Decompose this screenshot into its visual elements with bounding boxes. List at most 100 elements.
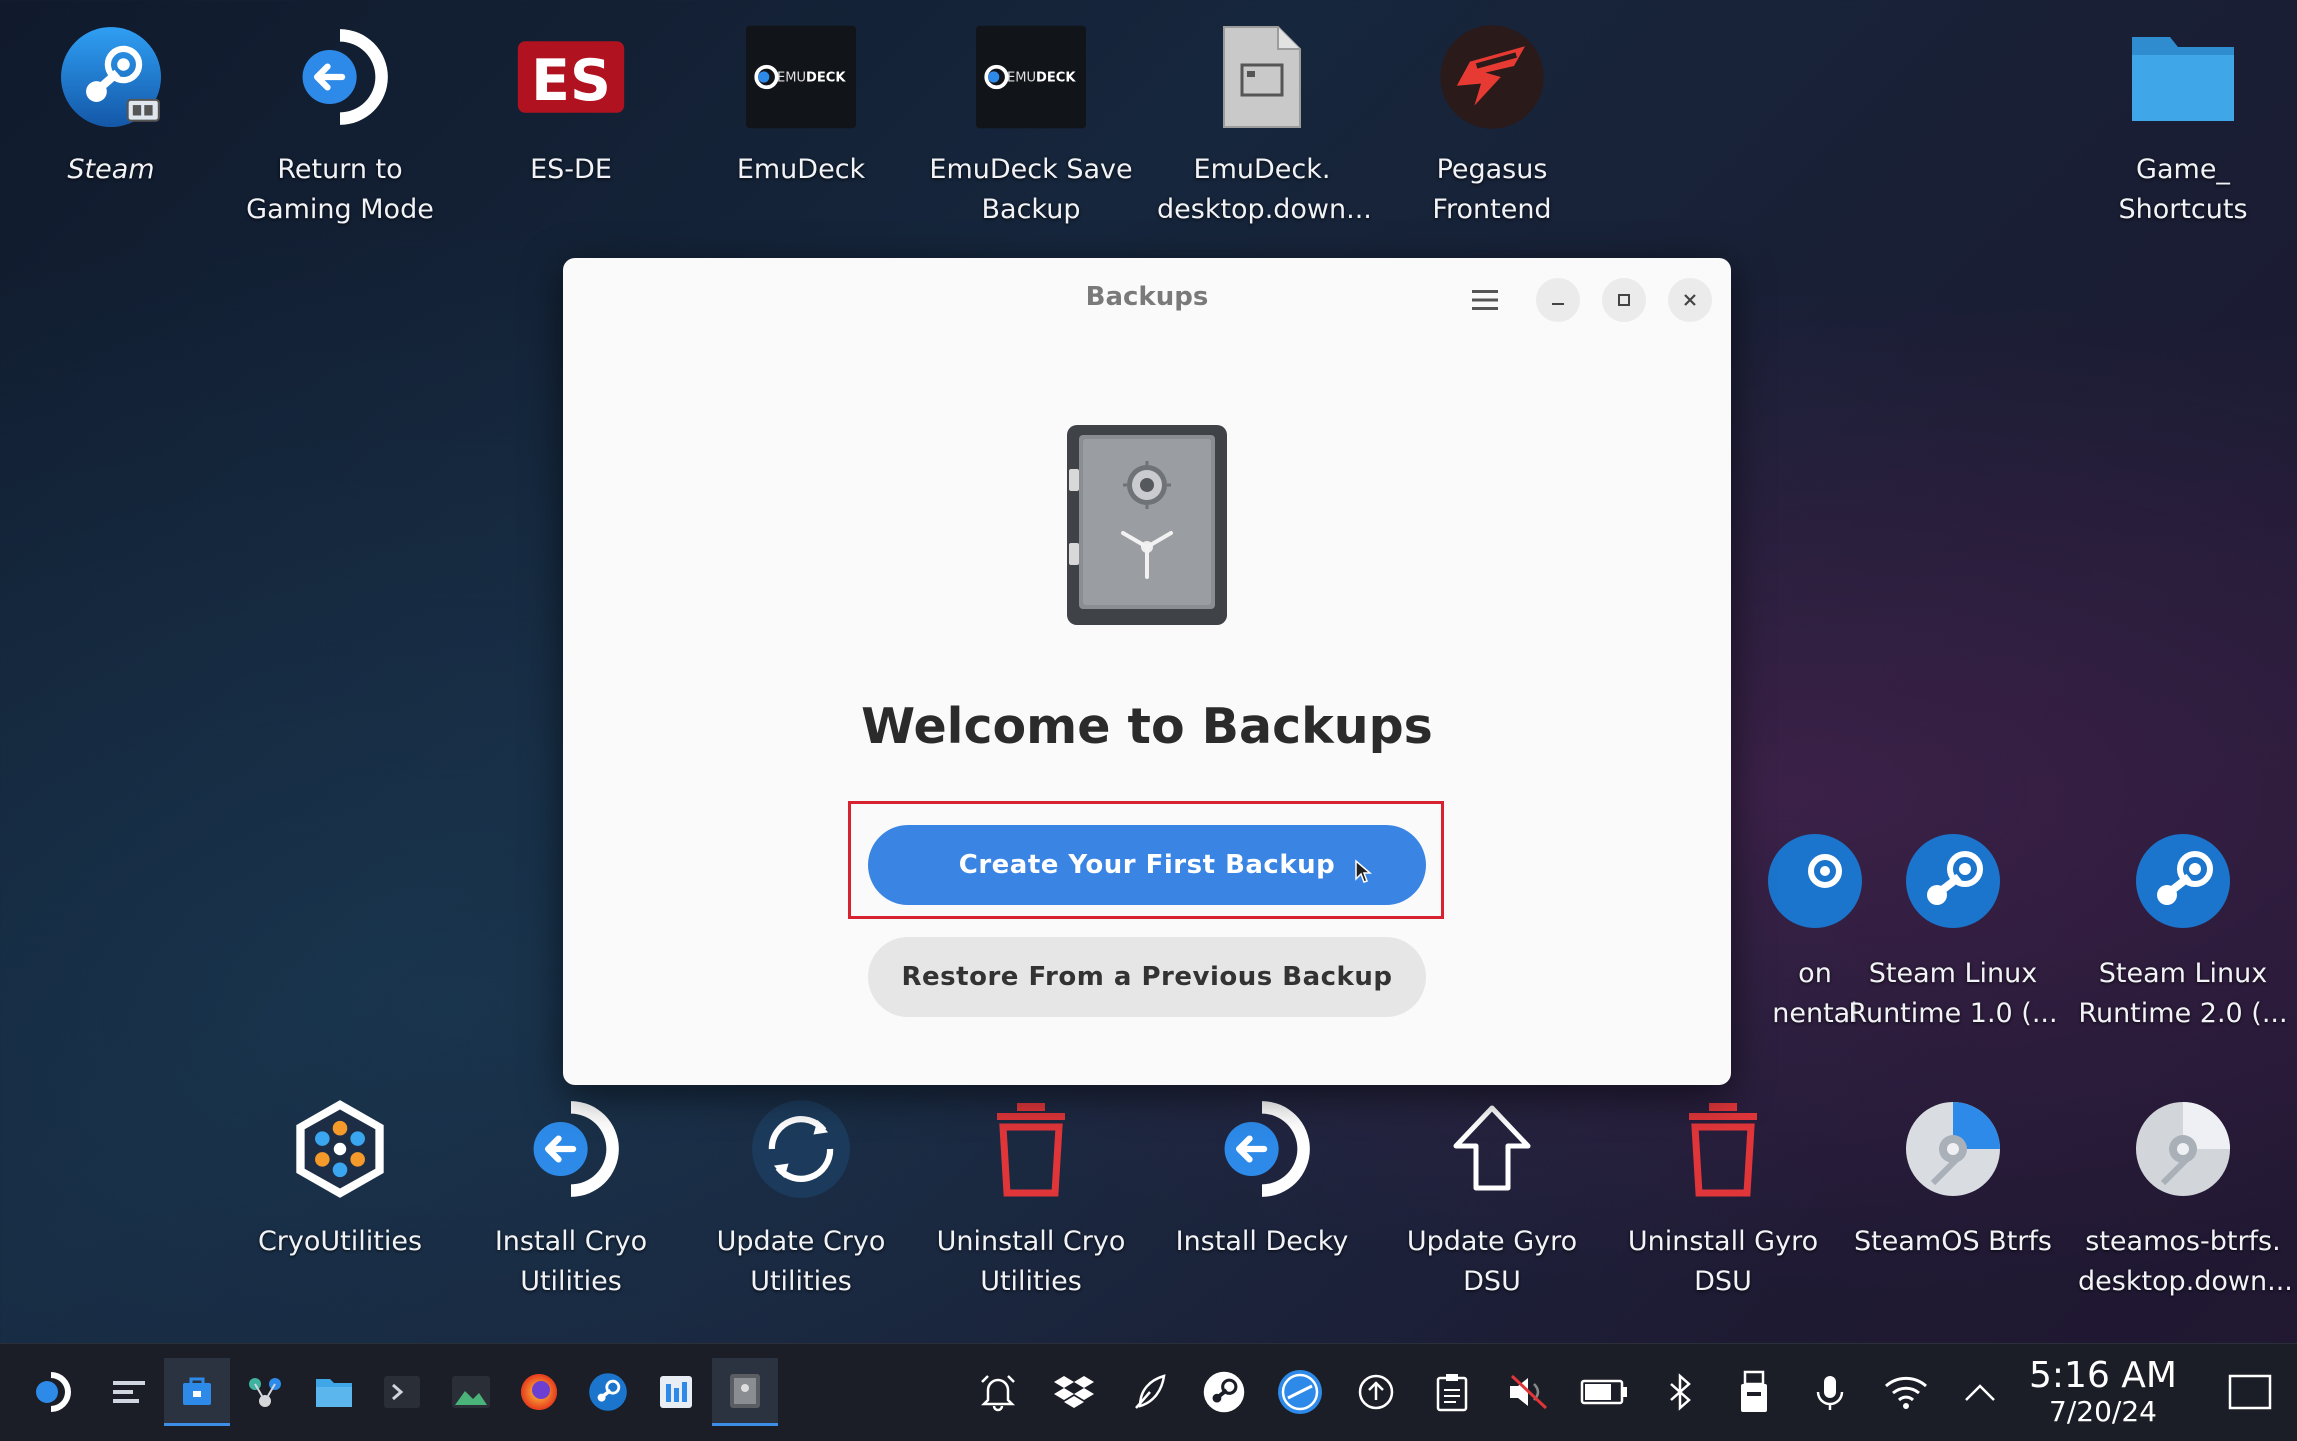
desktop-icon-label: SteamOS Btrfs — [1854, 1226, 2052, 1257]
discover-store-icon[interactable] — [164, 1358, 230, 1426]
backups-dialog: Backups Welcome to Backups Create Your F… — [563, 258, 1731, 1085]
usb-drive-icon[interactable] — [1724, 1362, 1784, 1422]
desktop-icon-emudeck[interactable]: EMUDECK EmuDeck — [696, 22, 906, 190]
clipboard-icon[interactable] — [1422, 1362, 1482, 1422]
desktop-icon-label: Return to Gaming Mode — [246, 154, 434, 225]
desktop-icon-label: Install Cryo Utilities — [494, 1226, 648, 1297]
safe-icon — [1065, 423, 1229, 627]
maximize-icon — [1618, 294, 1630, 306]
battery-icon[interactable] — [1574, 1362, 1634, 1422]
taskbar: 5:16 AM 7/20/24 — [0, 1343, 2297, 1441]
close-icon — [1684, 294, 1696, 306]
emudeck-icon: EMUDECK — [746, 22, 856, 132]
update-tray-icon[interactable] — [1270, 1362, 1330, 1422]
feather-icon[interactable] — [1120, 1362, 1180, 1422]
desktop-icon-es-de[interactable]: ES ES-DE — [466, 22, 676, 190]
desktop-icon-emudeck-save-backup[interactable]: EMUDECK EmuDeck Save Backup — [926, 22, 1136, 230]
task-manager-icon[interactable] — [96, 1358, 162, 1426]
clock-date: 7/20/24 — [2049, 1395, 2157, 1428]
desktop-icon-cryoutilities[interactable]: CryoUtilities — [235, 1094, 445, 1262]
desktop-icon-label: EmuDeck Save Backup — [929, 154, 1133, 225]
trash-icon — [1668, 1094, 1778, 1204]
cryo-icon — [285, 1094, 395, 1204]
desktop-icon-return-gaming-mode[interactable]: Return to Gaming Mode — [235, 22, 445, 230]
desktop-icon-game-shortcuts[interactable]: Game_ Shortcuts — [2078, 22, 2288, 230]
pegasus-icon — [1437, 22, 1547, 132]
refresh-icon — [746, 1094, 856, 1204]
trash-icon — [976, 1094, 1086, 1204]
close-button[interactable] — [1668, 278, 1712, 322]
desktop-icon-label: ES-DE — [530, 154, 612, 185]
desktop-icon-install-decky[interactable]: Install Decky — [1157, 1094, 1367, 1262]
desktop-icon-uninstall-gyro-dsu[interactable]: Uninstall Gyro DSU — [1618, 1094, 1828, 1302]
steam-icon — [1898, 826, 2008, 936]
es-de-icon: ES — [516, 22, 626, 132]
upload-icon[interactable] — [1346, 1362, 1406, 1422]
disc-icon — [1898, 1094, 2008, 1204]
minimize-button[interactable] — [1536, 278, 1580, 322]
desktop-icon-steam[interactable]: Steam — [6, 22, 216, 190]
file-manager-icon[interactable] — [301, 1358, 367, 1426]
desktop-icon-label: Update Cryo Utilities — [716, 1226, 886, 1297]
create-first-backup-button[interactable]: Create Your First Backup — [868, 825, 1426, 905]
steam-icon — [2128, 826, 2238, 936]
dialog-titlebar[interactable]: Backups — [563, 258, 1731, 338]
steam-icon — [56, 22, 166, 132]
svg-text:EMUDECK: EMUDECK — [777, 71, 846, 86]
volume-muted-icon[interactable] — [1498, 1362, 1558, 1422]
file-icon — [1207, 22, 1317, 132]
backups-icon[interactable] — [712, 1358, 778, 1426]
desktop-icon-label: steamos-btrfs. desktop.down... — [2078, 1226, 2293, 1297]
desktop-icon-label: Update Gyro DSU — [1406, 1226, 1578, 1297]
firefox-icon[interactable] — [506, 1358, 572, 1426]
desktop-icon-label: EmuDeck. desktop.down... — [1157, 154, 1372, 225]
taskbar-clock[interactable]: 5:16 AM 7/20/24 — [2018, 1356, 2188, 1428]
desktop-icon-label: Steam Linux Runtime 1.0 (... — [1848, 958, 2058, 1029]
desktop-icon-steam-linux-runtime-2[interactable]: Steam Linux Runtime 2.0 (... — [2078, 826, 2288, 1034]
desktop-icon-uninstall-cryo-utilities[interactable]: Uninstall Cryo Utilities — [926, 1094, 1136, 1302]
minimize-icon — [1552, 303, 1564, 305]
desktop-icon-steamos-btrfs-desktop-download[interactable]: steamos-btrfs. desktop.down... — [2078, 1094, 2293, 1302]
network-icon[interactable] — [232, 1358, 298, 1426]
steam-tray-icon[interactable] — [1194, 1362, 1254, 1422]
wifi-icon[interactable] — [1876, 1362, 1936, 1422]
steamos-menu-icon[interactable] — [18, 1358, 84, 1426]
svg-text:EMUDECK: EMUDECK — [1007, 71, 1076, 86]
terminal-icon[interactable] — [369, 1358, 435, 1426]
desktop-icon-install-cryo-utilities[interactable]: Install Cryo Utilities — [466, 1094, 676, 1302]
desktop-icon-update-gyro-dsu[interactable]: Update Gyro DSU — [1387, 1094, 1597, 1302]
desktop-icon-emudeck-desktop-download[interactable]: EmuDeck. desktop.down... — [1157, 22, 1372, 230]
up-arrow-icon — [1437, 1094, 1547, 1204]
show-desktop-icon[interactable] — [2220, 1362, 2280, 1422]
main-menu-button[interactable] — [1463, 278, 1507, 322]
return-arrow-icon — [1207, 1094, 1317, 1204]
desktop-icon-label: Uninstall Cryo Utilities — [936, 1226, 1126, 1297]
expand-tray-icon[interactable] — [1950, 1362, 2010, 1422]
desktop-icon-label: CryoUtilities — [257, 1226, 423, 1257]
desktop-icon-pegasus-frontend[interactable]: Pegasus Frontend — [1387, 22, 1597, 230]
steam-icon[interactable] — [575, 1358, 641, 1426]
restore-previous-backup-button[interactable]: Restore From a Previous Backup — [868, 937, 1426, 1017]
clock-time: 5:16 AM — [2029, 1355, 2177, 1396]
desktop-icon-label: Uninstall Gyro DSU — [1627, 1226, 1819, 1297]
desktop-icon-label: Steam Linux Runtime 2.0 (... — [2078, 958, 2288, 1029]
desktop-icon-label: EmuDeck — [736, 154, 866, 185]
desktop-icon-steamos-btrfs[interactable]: SteamOS Btrfs — [1848, 1094, 2058, 1262]
svg-text:ES: ES — [531, 48, 611, 114]
welcome-heading: Welcome to Backups — [861, 698, 1433, 755]
bluetooth-icon[interactable] — [1650, 1362, 1710, 1422]
dropbox-icon[interactable] — [1044, 1362, 1104, 1422]
mouse-cursor-icon — [1354, 859, 1373, 890]
folder-icon — [2128, 22, 2238, 132]
image-viewer-icon[interactable] — [438, 1358, 504, 1426]
return-arrow-icon — [285, 22, 395, 132]
maximize-button[interactable] — [1602, 278, 1646, 322]
desktop-icon-label: Game_ Shortcuts — [2118, 154, 2248, 225]
desktop-icon-update-cryo-utilities[interactable]: Update Cryo Utilities — [696, 1094, 906, 1302]
desktop-icon-steam-linux-runtime-1[interactable]: Steam Linux Runtime 1.0 (... — [1848, 826, 2058, 1034]
microphone-icon[interactable] — [1800, 1362, 1860, 1422]
notifications-icon[interactable] — [968, 1362, 1028, 1422]
meter-icon[interactable] — [643, 1358, 709, 1426]
desktop-icon-label: Steam — [67, 154, 155, 185]
desktop-icon-label: Install Decky — [1175, 1226, 1349, 1257]
